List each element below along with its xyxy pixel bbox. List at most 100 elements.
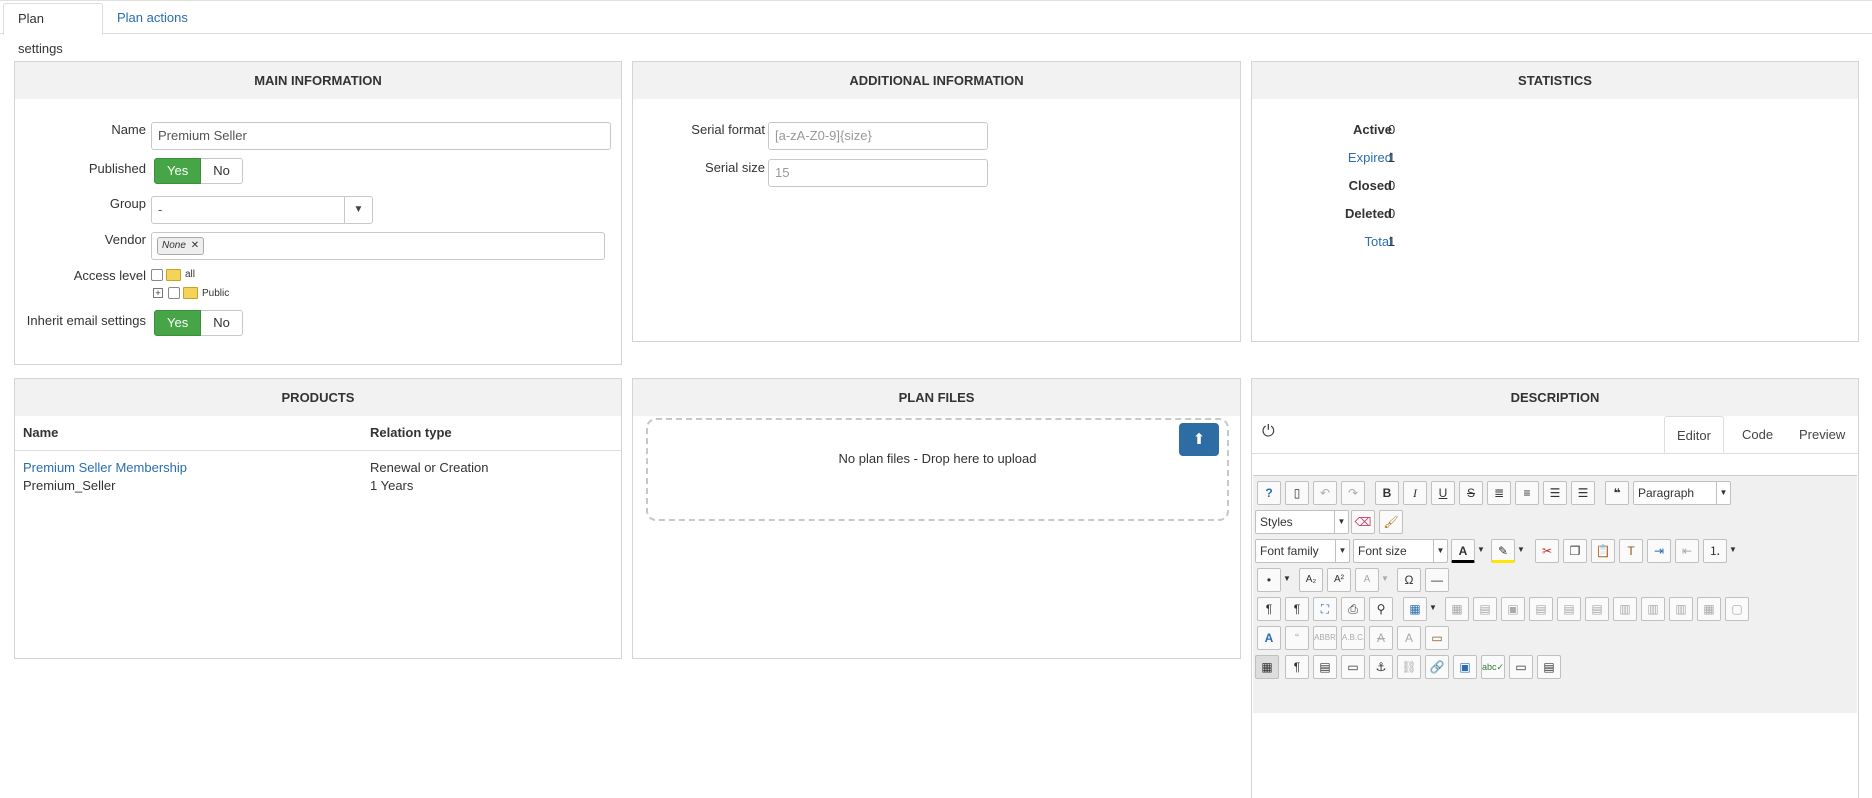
attribs-icon[interactable]: ▭ [1425,626,1449,650]
image-icon[interactable]: ▣ [1453,655,1477,679]
search-replace-icon[interactable]: ⚲ [1369,597,1393,621]
help-icon[interactable]: ? [1257,481,1281,505]
close-icon[interactable]: ✕ [191,240,199,251]
media-icon[interactable]: ▤ [1537,655,1561,679]
access-all-checkbox[interactable] [151,269,163,281]
inherit-yes-button[interactable]: Yes [154,310,202,336]
tab-preview[interactable]: Preview [1787,416,1857,453]
redo-icon[interactable]: ↷ [1341,481,1365,505]
row-before-icon[interactable]: ▤ [1529,597,1553,621]
chevron-down-icon[interactable]: ▼ [1475,539,1487,563]
outdent-icon[interactable]: ⇤ [1675,539,1699,563]
paste-icon[interactable]: 📋 [1591,539,1615,563]
paragraph-select[interactable]: Paragraph ▼ [1633,481,1731,505]
tab-code[interactable]: Code [1730,416,1785,453]
tab-plan-settings[interactable]: Plan settings [3,3,103,56]
styles-select[interactable]: Styles ▼ [1255,510,1349,534]
ordered-list-icon[interactable]: ⒈ [1703,539,1727,563]
row-after-icon[interactable]: ▤ [1557,597,1581,621]
special-character-icon[interactable]: Ω [1397,568,1421,592]
fullscreen-icon[interactable]: ⛶ [1313,597,1337,621]
col-after-icon[interactable]: ▥ [1641,597,1665,621]
page-break-icon[interactable]: ▭ [1341,655,1365,679]
superscript-icon[interactable]: A² [1327,568,1351,592]
chevron-down-icon[interactable]: ▼ [345,196,373,224]
cut-icon[interactable]: ✂ [1535,539,1559,563]
cite-icon[interactable]: “ [1285,626,1309,650]
align-center-icon[interactable]: ≡ [1515,481,1539,505]
font-family-select[interactable]: Font family ▼ [1255,539,1350,563]
group-select[interactable]: - [151,196,345,224]
indent-icon[interactable]: ⇥ [1647,539,1671,563]
link-icon[interactable]: 🔗 [1425,655,1449,679]
anchor-icon[interactable]: ⚓ [1369,655,1393,679]
serial-size-input[interactable]: 15 [768,159,988,187]
align-right-icon[interactable]: ☰ [1571,481,1595,505]
blockquote-icon[interactable]: ❝ [1605,481,1629,505]
style-props-icon[interactable]: A [1257,626,1281,650]
highlight-color-icon[interactable]: ✎ [1491,539,1515,563]
align-justify-icon[interactable]: ≣ [1487,481,1511,505]
bullet-list-icon[interactable]: • [1257,568,1281,592]
abbr-icon[interactable]: ABBR [1313,626,1337,650]
format-painter-icon[interactable]: 🖌 [1379,510,1403,534]
access-public-checkbox[interactable] [168,287,180,299]
ltr-icon[interactable]: ¶ [1257,597,1281,621]
chevron-down-icon[interactable]: ▼ [1515,539,1527,563]
italic-icon[interactable]: I [1403,481,1427,505]
strikethrough-icon[interactable]: S [1459,481,1483,505]
eraser-icon[interactable]: ⌫ [1351,510,1375,534]
published-no-button[interactable]: No [201,158,243,184]
stat-total-link[interactable]: Total [1252,234,1392,249]
chevron-down-icon[interactable]: ▼ [1727,539,1739,563]
font-scale-icon[interactable]: A [1355,568,1379,592]
undo-icon[interactable]: ↶ [1313,481,1337,505]
col-before-icon[interactable]: ▥ [1613,597,1637,621]
unlink-icon[interactable]: ⛓ [1397,655,1421,679]
inherit-no-button[interactable]: No [201,310,243,336]
chevron-down-icon[interactable]: ▼ [1427,597,1439,621]
horizontal-rule-icon[interactable]: — [1425,568,1449,592]
bold-icon[interactable]: B [1375,481,1399,505]
published-yes-button[interactable]: Yes [154,158,202,184]
tab-plan-actions[interactable]: Plan actions [103,3,202,35]
name-input[interactable]: Premium Seller [151,122,611,150]
show-blocks-icon[interactable]: ¶ [1285,655,1309,679]
chevron-down-icon[interactable]: ▼ [1281,568,1293,592]
expand-icon[interactable]: + [153,288,163,298]
paste-text-icon[interactable]: T [1619,539,1643,563]
delete-table-icon[interactable]: ▦ [1445,597,1469,621]
font-size-select[interactable]: Font size ▼ [1353,539,1448,563]
table-icon[interactable]: ▦ [1403,597,1427,621]
print-icon[interactable]: ⎙ [1341,597,1365,621]
delete-col-icon[interactable]: ▥ [1669,597,1693,621]
underline-icon[interactable]: U [1431,481,1455,505]
serial-format-input[interactable]: [a-zA-Z0-9]{size} [768,122,988,150]
vendor-input[interactable] [151,232,605,260]
subscript-icon[interactable]: A₂ [1299,568,1323,592]
vendor-tag[interactable]: None ✕ [157,237,205,255]
file-dropzone[interactable]: No plan files - Drop here to upload [646,418,1229,521]
copy-icon[interactable]: ❐ [1563,539,1587,563]
merge-cells-icon[interactable]: ▣ [1501,597,1525,621]
table-props-icon[interactable]: ▢ [1725,597,1749,621]
text-color-icon[interactable]: A [1451,539,1475,563]
tab-editor[interactable]: Editor [1664,416,1724,453]
visual-aid-icon[interactable]: ▦ [1255,655,1279,679]
acronym-icon[interactable]: A.B.C. [1341,626,1365,650]
readmore-icon[interactable]: ▭ [1509,655,1533,679]
new-document-icon[interactable]: ▯ [1285,481,1309,505]
product-link[interactable]: Premium Seller Membership [23,460,187,475]
upload-icon[interactable]: ⬆ [1179,423,1219,456]
align-left-icon[interactable]: ☰ [1543,481,1567,505]
rtl-icon[interactable]: ¶ [1285,597,1309,621]
ins-icon[interactable]: A [1397,626,1421,650]
spellcheck-icon[interactable]: abc✓ [1481,655,1505,679]
split-cells-icon[interactable]: ▦ [1697,597,1721,621]
del-icon[interactable]: A [1369,626,1393,650]
cell-props-icon[interactable]: ▤ [1473,597,1497,621]
template-icon[interactable]: ▤ [1313,655,1337,679]
delete-row-icon[interactable]: ▤ [1585,597,1609,621]
chevron-down-icon[interactable]: ▼ [1379,568,1391,592]
power-icon[interactable]: ⏻ [1262,423,1275,441]
